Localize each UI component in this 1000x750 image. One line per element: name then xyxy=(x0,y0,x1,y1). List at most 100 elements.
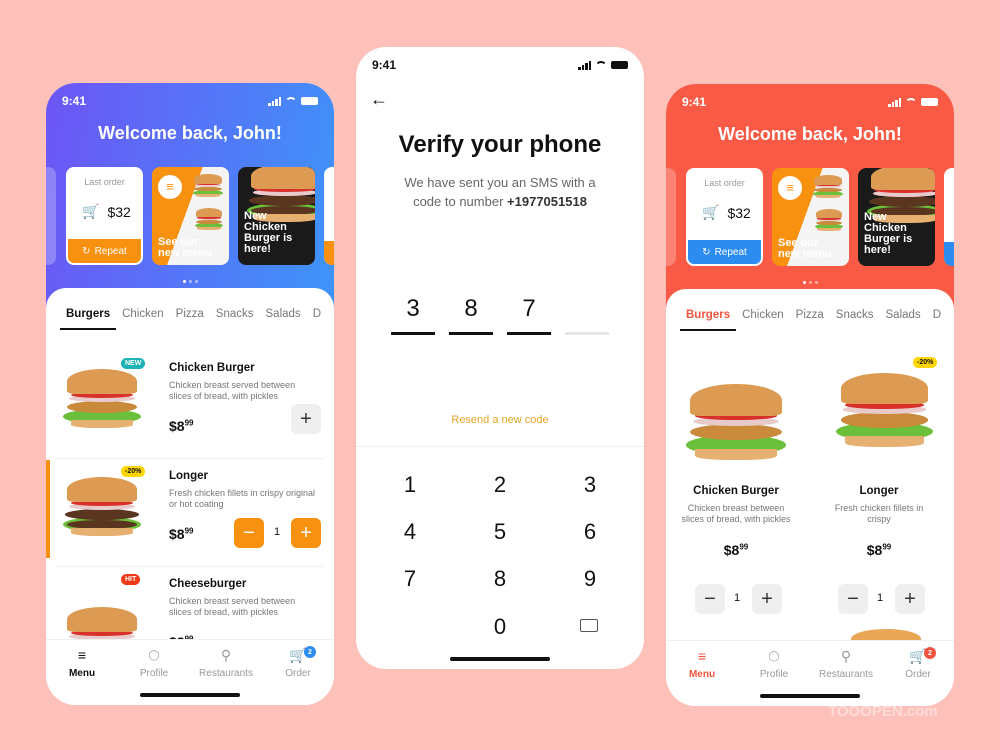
tab-chicken[interactable]: Chicken xyxy=(122,308,164,320)
menu-grid-item[interactable]: Chicken Burger Chicken breast between sl… xyxy=(666,359,806,614)
location-pin-icon: ⚲ xyxy=(840,647,852,664)
nav-profile[interactable]: ◯ Profile xyxy=(118,646,190,680)
tab-burgers[interactable]: Burgers xyxy=(679,309,737,331)
promo-card-new-burger[interactable]: New Chicken Burger is here! xyxy=(238,167,315,265)
nav-order[interactable]: 🛒 2 Order xyxy=(882,647,954,680)
tab-snacks[interactable]: Snacks xyxy=(216,308,254,320)
promo-text: See our new menu xyxy=(778,237,832,260)
keypad-key-1[interactable]: 1 xyxy=(380,472,440,498)
home-indicator xyxy=(140,693,240,697)
promo-card-new-burger[interactable]: New Chicken Burger is here! xyxy=(858,168,935,266)
signal-icon xyxy=(888,97,901,107)
last-order-card[interactable]: Last order 🛒 $32 ↻ Repeat xyxy=(66,167,143,265)
burger-image xyxy=(190,173,226,200)
tab-d[interactable]: D xyxy=(313,308,321,320)
keypad-key-4[interactable]: 4 xyxy=(380,519,440,545)
keypad-key-0[interactable]: 0 xyxy=(470,614,530,640)
keypad-key-7[interactable]: 7 xyxy=(380,566,440,592)
location-pin-icon: ⚲ xyxy=(220,646,232,663)
cart-count-badge: 2 xyxy=(924,647,936,659)
item-name: Longer xyxy=(169,470,208,482)
increase-button[interactable]: + xyxy=(752,584,782,614)
divider xyxy=(356,446,644,447)
battery-icon xyxy=(611,61,628,69)
nav-label: Order xyxy=(285,668,311,679)
repeat-button[interactable]: ↻ Repeat xyxy=(68,239,141,263)
resend-code-link[interactable]: Resend a new code xyxy=(356,414,644,426)
item-name: Cheeseburger xyxy=(169,578,247,590)
nav-menu[interactable]: ≡ Menu xyxy=(46,646,118,679)
selected-indicator xyxy=(46,460,50,558)
carousel-dots[interactable] xyxy=(46,280,334,283)
status-time: 9:41 xyxy=(372,58,397,72)
tab-salads[interactable]: Salads xyxy=(886,309,921,321)
item-description: Fresh chicken fillets in crispy original… xyxy=(169,488,316,509)
promo-text: New Chicken Burger is here! xyxy=(864,211,913,256)
page-title: Verify your phone xyxy=(398,131,602,158)
wifi-icon xyxy=(285,97,297,105)
last-order-card[interactable]: Last order 🛒 $32 ↻ Repeat xyxy=(686,168,763,266)
backspace-icon[interactable] xyxy=(580,619,598,632)
item-description: Chicken breast served between slices of … xyxy=(169,380,296,401)
nav-label: Menu xyxy=(688,669,716,680)
keypad-key-8[interactable]: 8 xyxy=(470,566,530,592)
status-time: 9:41 xyxy=(682,95,707,109)
welcome-title: Welcome back, John! xyxy=(718,124,902,144)
increase-button[interactable]: + xyxy=(291,518,321,548)
last-order-amount: $32 xyxy=(107,203,131,220)
decrease-button[interactable]: − xyxy=(695,584,725,614)
decrease-button[interactable]: − xyxy=(838,584,868,614)
promo-card-menu[interactable]: ≡ See our new menu xyxy=(772,168,849,266)
battery-icon xyxy=(921,98,938,106)
carousel-dots[interactable] xyxy=(666,281,954,284)
keypad-key-9[interactable]: 9 xyxy=(560,566,620,592)
battery-icon xyxy=(301,97,318,105)
nav-restaurants[interactable]: ⚲ Restaurants xyxy=(190,646,262,680)
keypad-key-3[interactable]: 3 xyxy=(560,472,620,498)
repeat-label: Repeat xyxy=(94,245,127,257)
keypad-key-2[interactable]: 2 xyxy=(470,472,530,498)
category-tabs: Burgers Chicken Pizza Snacks Salads D xyxy=(59,308,321,330)
carousel-card-partial[interactable] xyxy=(324,167,334,265)
decrease-button[interactable]: − xyxy=(234,518,264,548)
item-price: $899 xyxy=(866,542,892,558)
back-arrow-icon[interactable]: ← xyxy=(370,89,388,110)
keypad-key-5[interactable]: 5 xyxy=(470,519,530,545)
tab-salads[interactable]: Salads xyxy=(266,308,301,320)
carousel-card-partial[interactable] xyxy=(46,167,56,265)
divider xyxy=(56,566,324,567)
increase-button[interactable]: + xyxy=(895,584,925,614)
home-screen-grid: 9:41 Welcome back, John! Last order 🛒 $32… xyxy=(666,84,954,706)
keypad-key-6[interactable]: 6 xyxy=(560,519,620,545)
carousel-card-partial[interactable] xyxy=(944,168,954,266)
nav-profile[interactable]: ◯ Profile xyxy=(738,647,810,681)
nav-label: Profile xyxy=(139,668,169,679)
burger-image xyxy=(827,369,942,455)
quantity-value: 1 xyxy=(877,592,884,604)
tab-pizza[interactable]: Pizza xyxy=(796,309,824,321)
item-description: Chicken breast between slices of bread, … xyxy=(681,503,791,524)
item-name: Chicken Burger xyxy=(169,362,255,374)
item-badge: -20% xyxy=(121,466,146,477)
tab-pizza[interactable]: Pizza xyxy=(176,308,204,320)
wifi-icon xyxy=(905,98,917,106)
tab-chicken[interactable]: Chicken xyxy=(742,309,784,321)
carousel-card-partial[interactable] xyxy=(666,168,676,266)
menu-item[interactable]: NEW Chicken Burger Chicken breast served… xyxy=(46,358,334,458)
code-underline xyxy=(391,332,435,335)
nav-restaurants[interactable]: ⚲ Restaurants xyxy=(810,647,882,681)
menu-grid-item[interactable]: -20% Longer Fresh chicken fillets in cri… xyxy=(809,357,949,614)
tab-burgers[interactable]: Burgers xyxy=(59,308,117,330)
nav-menu[interactable]: ≡ Menu xyxy=(666,647,738,680)
tab-snacks[interactable]: Snacks xyxy=(836,309,874,321)
nav-order[interactable]: 🛒 2 Order xyxy=(262,646,334,679)
tab-d[interactable]: D xyxy=(933,309,941,321)
item-name: Longer xyxy=(859,485,899,497)
repeat-button[interactable]: ↻ Repeat xyxy=(688,240,761,264)
quantity-value: 1 xyxy=(734,592,741,604)
promo-card-menu[interactable]: ≡ See our new menu xyxy=(152,167,229,265)
code-digit: 7 xyxy=(522,295,536,322)
add-button[interactable]: + xyxy=(291,404,321,434)
menu-item[interactable]: -20% Longer Fresh chicken fillets in cri… xyxy=(46,460,334,566)
code-digit: 8 xyxy=(464,295,478,322)
